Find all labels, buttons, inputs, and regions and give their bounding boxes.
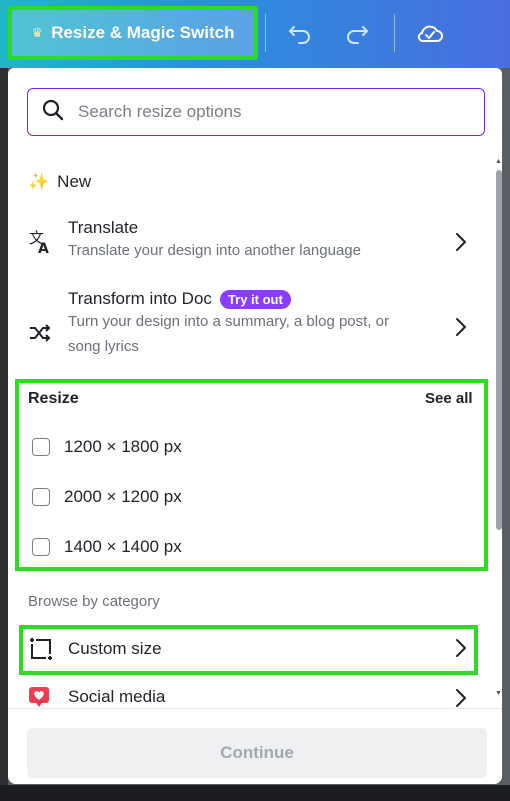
svg-text:A: A xyxy=(38,241,49,254)
size-checkbox[interactable] xyxy=(32,488,50,506)
transform-title: Transform into Doc xyxy=(68,289,212,308)
canvas-backdrop-bottom xyxy=(0,785,510,801)
cloud-check-icon[interactable] xyxy=(415,18,445,48)
translate-icon: 文A xyxy=(28,218,68,264)
redo-icon[interactable] xyxy=(342,18,372,48)
scroll-down-arrow[interactable]: ▼ xyxy=(495,690,502,697)
new-section-header: ✨ New xyxy=(28,172,91,192)
resize-heading: Resize xyxy=(28,390,79,407)
editor-toolbar: ♛ Resize & Magic Switch xyxy=(0,0,510,68)
try-it-out-badge: Try it out xyxy=(219,289,291,309)
transform-description-line2: song lyrics xyxy=(68,338,139,355)
scroll-up-arrow[interactable]: ▲ xyxy=(495,158,502,165)
custom-size-label: Custom size xyxy=(68,639,162,658)
resize-magic-switch-button[interactable]: ♛ Resize & Magic Switch xyxy=(8,6,258,60)
size-option[interactable]: 2000 × 1200 px xyxy=(32,487,182,507)
undo-icon[interactable] xyxy=(285,18,315,48)
size-option[interactable]: 1200 × 1800 px xyxy=(32,437,182,457)
sparkles-icon: ✨ xyxy=(28,172,50,191)
crown-icon: ♛ xyxy=(31,25,44,40)
toolbar-divider xyxy=(394,14,395,52)
size-checkbox[interactable] xyxy=(32,538,50,556)
new-section-label: New xyxy=(57,172,92,191)
size-checkbox[interactable] xyxy=(32,438,50,456)
panel-footer: Continue xyxy=(8,708,502,784)
transform-description-line1: Turn your design into a summary, a blog … xyxy=(68,313,389,330)
size-label: 2000 × 1200 px xyxy=(64,487,182,506)
social-media-label: Social media xyxy=(68,687,166,706)
custom-size-icon xyxy=(28,636,68,662)
scrollbar-thumb[interactable] xyxy=(496,170,502,530)
chevron-right-icon xyxy=(456,318,466,336)
translate-description: Translate your design into another langu… xyxy=(68,242,361,259)
size-label: 1200 × 1800 px xyxy=(64,437,182,456)
search-input[interactable] xyxy=(76,101,460,123)
size-option[interactable]: 1400 × 1400 px xyxy=(32,537,182,557)
social-media-option[interactable]: Social media xyxy=(28,686,468,708)
translate-title: Translate xyxy=(68,218,139,237)
size-label: 1400 × 1400 px xyxy=(64,537,182,556)
resize-magic-switch-label: Resize & Magic Switch xyxy=(51,23,235,42)
browse-by-category-heading: Browse by category xyxy=(28,593,160,610)
chevron-right-icon xyxy=(456,233,466,251)
custom-size-option[interactable]: Custom size xyxy=(28,636,468,662)
shuffle-icon xyxy=(28,289,68,359)
chevron-right-icon xyxy=(456,689,466,707)
see-all-link[interactable]: See all xyxy=(425,390,473,407)
search-icon xyxy=(42,99,64,126)
heart-icon xyxy=(28,686,68,708)
toolbar-divider xyxy=(265,14,266,52)
chevron-right-icon xyxy=(456,639,466,657)
translate-option[interactable]: 文A Translate Translate your design into … xyxy=(28,218,468,264)
continue-button[interactable]: Continue xyxy=(27,728,487,778)
transform-into-doc-option[interactable]: Transform into Doc Try it out Turn your d… xyxy=(28,289,468,359)
resize-panel: ▲ ▼ ✨ New 文A Translate Translate your de… xyxy=(8,68,502,784)
search-box[interactable] xyxy=(27,88,485,136)
canvas-backdrop xyxy=(0,68,8,801)
